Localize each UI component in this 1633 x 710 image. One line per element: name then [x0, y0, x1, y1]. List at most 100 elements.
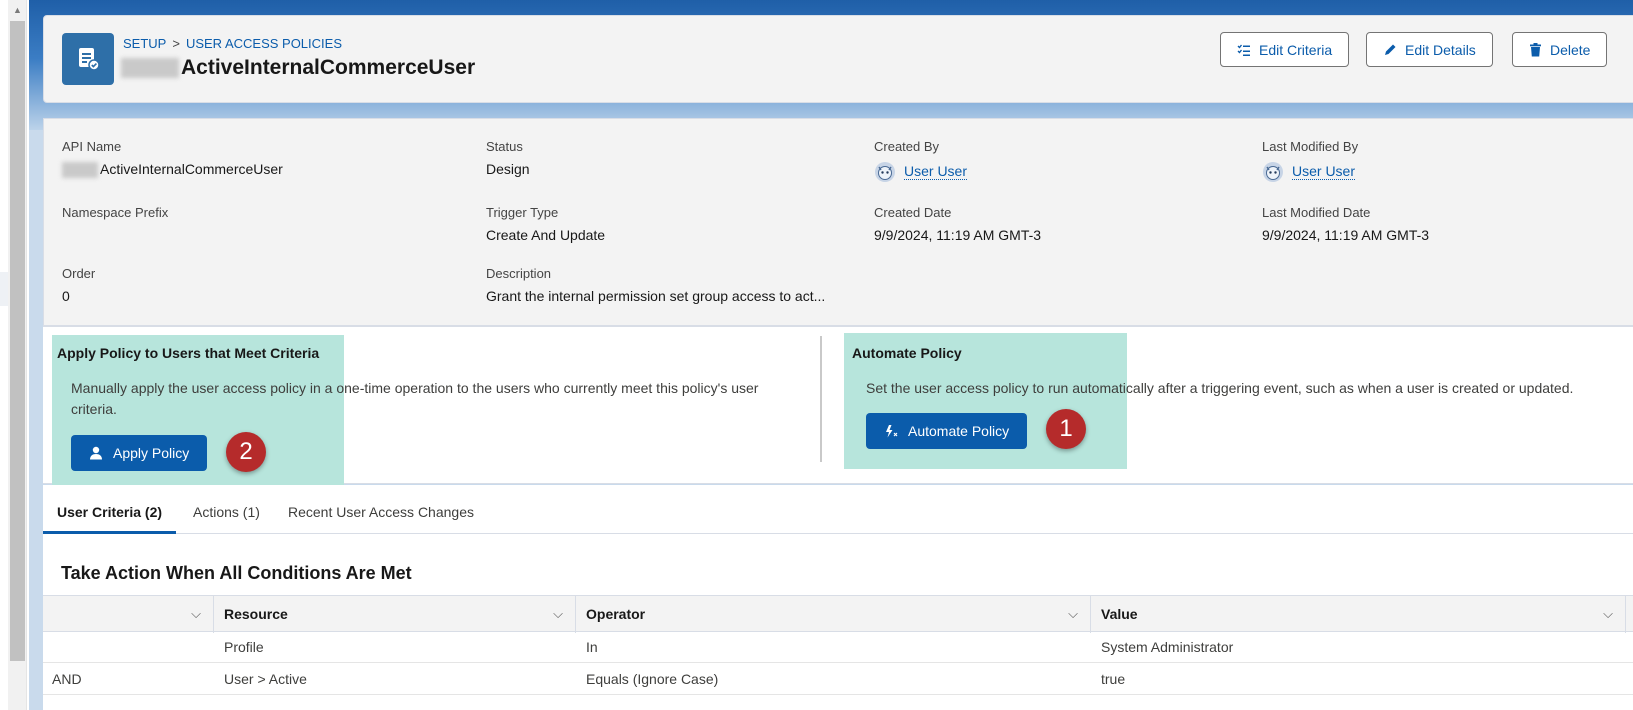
- edit-criteria-label: Edit Criteria: [1259, 41, 1333, 58]
- trash-icon: [1530, 42, 1541, 56]
- edit-criteria-button[interactable]: Edit Criteria: [1220, 32, 1350, 67]
- apply-policy-description: Manually apply the user access policy in…: [71, 378, 831, 420]
- tab-bar: User Criteria (2) Actions (1) Recent Use…: [43, 485, 1633, 534]
- column-operator-label: Operator: [586, 606, 646, 622]
- created-date-field: Created Date 9/9/2024, 11:19 AM GMT-3: [874, 205, 1041, 243]
- column-value-label: Value: [1101, 606, 1138, 622]
- trigger-type-value: Create And Update: [486, 227, 606, 243]
- delete-label: Delete: [1550, 41, 1591, 58]
- column-header-resource[interactable]: Resource ⌵: [214, 596, 576, 633]
- user-avatar-icon: [1263, 162, 1283, 182]
- namespace-prefix-field: Namespace Prefix: [62, 205, 168, 227]
- api-name-field: API Name ActiveInternalCommerceUser: [62, 139, 283, 179]
- table-row: AND User > Active Equals (Ignore Case) t…: [43, 664, 1633, 695]
- last-modified-by-field: Last Modified By User User: [1262, 139, 1358, 183]
- apply-policy-heading: Apply Policy to Users that Meet Criteria: [57, 345, 320, 361]
- redacted-prefix: [121, 58, 179, 79]
- last-modified-by-user-link[interactable]: User User: [1292, 162, 1356, 180]
- status-value: Design: [486, 161, 530, 177]
- description-value: Grant the internal permission set group …: [486, 288, 826, 304]
- namespace-prefix-label: Namespace Prefix: [62, 205, 169, 220]
- scroll-thumb[interactable]: [10, 21, 25, 661]
- last-modified-by-label: Last Modified By: [1262, 139, 1359, 154]
- tab-recent-user-access-changes[interactable]: Recent User Access Changes: [288, 504, 474, 520]
- chevron-down-icon[interactable]: ⌵: [1603, 596, 1613, 632]
- table-header: ⌵ Resource ⌵ Operator ⌵ Value ⌵: [43, 595, 1633, 633]
- table-row: Profile In System Administrator: [43, 632, 1633, 663]
- breadcrumb-user-access-policies-link[interactable]: USER ACCESS POLICIES: [186, 36, 342, 51]
- description-field: Description Grant the internal permissio…: [486, 266, 825, 304]
- automate-policy-heading: Automate Policy: [852, 345, 962, 361]
- automation-bolt-icon: [886, 425, 898, 438]
- order-value: 0: [62, 288, 70, 304]
- left-gutter: [0, 0, 8, 710]
- column-header-operator[interactable]: Operator ⌵: [576, 596, 1091, 633]
- criteria-panel: User Criteria (2) Actions (1) Recent Use…: [43, 485, 1633, 710]
- api-name-text: ActiveInternalCommerceUser: [100, 161, 283, 177]
- breadcrumb: SETUP > USER ACCESS POLICIES: [123, 36, 342, 51]
- step-marker-2: 2: [226, 432, 266, 472]
- tab-user-criteria[interactable]: User Criteria (2): [57, 504, 162, 520]
- status-field: Status Design: [486, 139, 530, 177]
- user-icon: [90, 446, 102, 460]
- chevron-down-icon[interactable]: ⌵: [553, 596, 563, 632]
- row-value: System Administrator: [1101, 639, 1234, 655]
- apply-policy-button[interactable]: Apply Policy: [71, 435, 208, 471]
- details-panel: API Name ActiveInternalCommerceUser Stat…: [43, 118, 1633, 326]
- vertical-scrollbar[interactable]: ▲: [8, 0, 27, 710]
- created-date-label: Created Date: [874, 205, 952, 220]
- trigger-type-label: Trigger Type: [486, 205, 559, 220]
- record-header: SETUP > USER ACCESS POLICIES ActiveInterna…: [43, 15, 1633, 103]
- section-divider: [820, 336, 822, 462]
- api-name-label: API Name: [62, 139, 122, 154]
- conditions-heading: Take Action When All Conditions Are Met: [61, 563, 412, 583]
- automate-policy-button[interactable]: Automate Policy: [866, 413, 1028, 449]
- left-edge-marker: [0, 272, 8, 306]
- scroll-up-arrow-icon[interactable]: ▲: [8, 0, 27, 20]
- column-resource-label: Resource: [224, 606, 288, 622]
- order-label: Order: [62, 266, 96, 281]
- last-modified-date-field: Last Modified Date 9/9/2024, 11:19 AM GM…: [1262, 205, 1429, 243]
- row-operator: In: [586, 639, 598, 655]
- step-marker-1: 1: [1046, 409, 1086, 449]
- tab-actions[interactable]: Actions (1): [193, 504, 260, 520]
- last-modified-date-label: Last Modified Date: [1262, 205, 1371, 220]
- api-name-value: ActiveInternalCommerceUser: [62, 161, 283, 179]
- last-modified-date-value: 9/9/2024, 11:19 AM GMT-3: [1262, 227, 1430, 243]
- chevron-down-icon[interactable]: ⌵: [1068, 596, 1078, 632]
- user-access-policy-icon: [62, 33, 114, 85]
- user-avatar-icon: [875, 162, 895, 182]
- row-value: true: [1101, 671, 1126, 687]
- automate-policy-description: Set the user access policy to run automa…: [866, 380, 1574, 396]
- column-header-logic[interactable]: ⌵: [43, 596, 214, 633]
- created-date-value: 9/9/2024, 11:19 AM GMT-3: [874, 227, 1042, 243]
- row-logic: AND: [52, 671, 82, 687]
- row-resource: Profile: [224, 639, 264, 655]
- trigger-type-field: Trigger Type Create And Update: [486, 205, 605, 243]
- active-tab-indicator: [43, 531, 176, 534]
- order-field: Order 0: [62, 266, 95, 304]
- created-by-label: Created By: [874, 139, 940, 154]
- row-resource: User > Active: [224, 671, 307, 687]
- apply-policy-label: Apply Policy: [113, 445, 190, 461]
- apply-policy-text-line1: Manually apply the user access policy in…: [71, 380, 759, 396]
- edit-details-button[interactable]: Edit Details: [1366, 32, 1493, 67]
- pencil-icon: [1385, 44, 1396, 55]
- breadcrumb-setup-link[interactable]: SETUP: [123, 36, 166, 51]
- description-label: Description: [486, 266, 552, 281]
- created-by-value: User User: [874, 161, 968, 183]
- policy-actions-panel: Apply Policy to Users that Meet Criteria…: [43, 326, 1633, 485]
- automate-policy-label: Automate Policy: [908, 423, 1010, 439]
- page-title: ActiveInternalCommerceUser: [121, 56, 475, 80]
- delete-button[interactable]: Delete: [1512, 32, 1608, 67]
- status-label: Status: [486, 139, 523, 154]
- column-header-value[interactable]: Value ⌵: [1091, 596, 1626, 633]
- apply-policy-text-line2: criteria.: [71, 401, 117, 417]
- page-title-text: ActiveInternalCommerceUser: [181, 56, 476, 79]
- chevron-down-icon[interactable]: ⌵: [191, 596, 201, 632]
- edit-details-label: Edit Details: [1405, 41, 1476, 58]
- last-modified-by-value: User User: [1262, 161, 1358, 183]
- breadcrumb-separator: >: [172, 36, 180, 51]
- list-check-icon: [1237, 44, 1250, 56]
- created-by-user-link[interactable]: User User: [904, 162, 968, 180]
